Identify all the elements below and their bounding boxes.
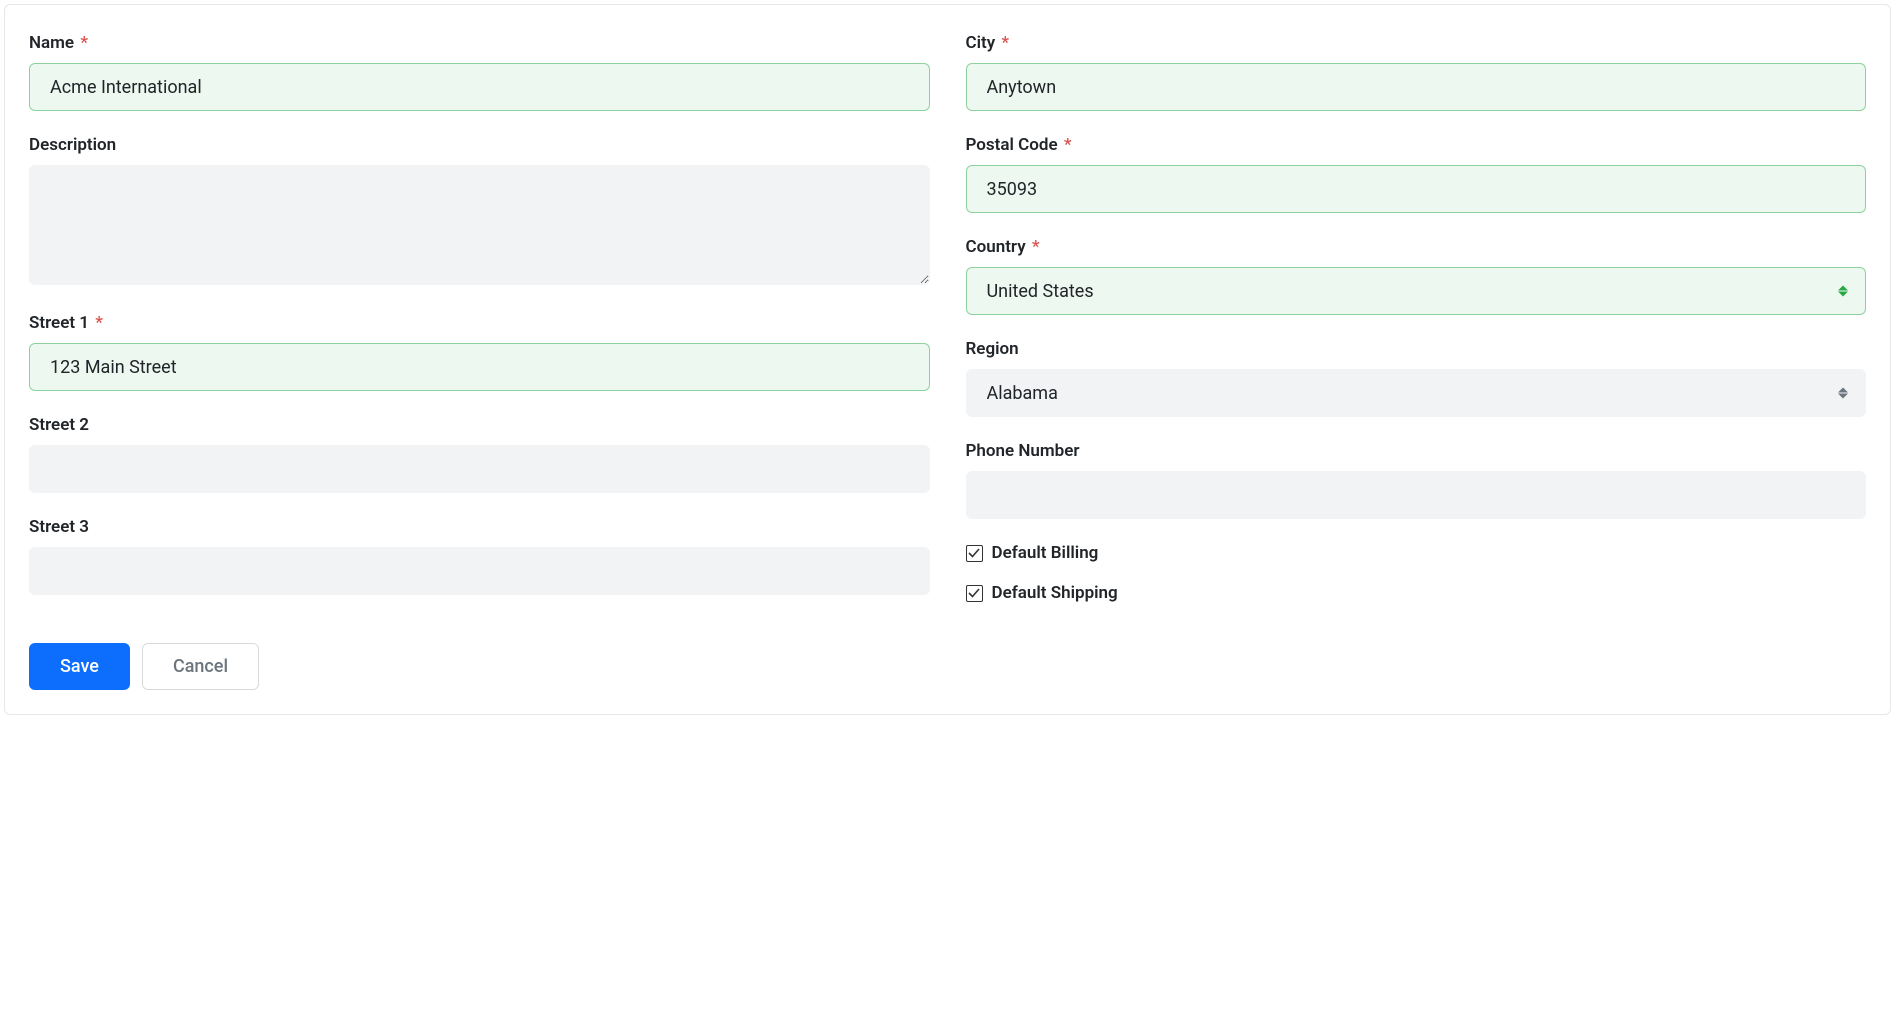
phone-label: Phone Number (966, 441, 1867, 461)
description-group: Description (29, 135, 930, 289)
region-select[interactable]: Alabama (966, 369, 1867, 417)
default-shipping-label[interactable]: Default Shipping (992, 583, 1118, 603)
country-select-wrapper: United States (966, 267, 1867, 315)
street1-group: Street 1 * (29, 313, 930, 391)
form-right-column: City * Postal Code * Country * (966, 33, 1867, 690)
description-label: Description (29, 135, 930, 155)
description-label-text: Description (29, 135, 116, 155)
country-select[interactable]: United States (966, 267, 1867, 315)
name-label: Name * (29, 33, 930, 53)
required-mark: * (95, 313, 103, 333)
form-left-column: Name * Description Street 1 * (29, 33, 930, 690)
street3-group: Street 3 (29, 517, 930, 595)
phone-label-text: Phone Number (966, 441, 1080, 461)
street2-group: Street 2 (29, 415, 930, 493)
button-row: Save Cancel (29, 643, 930, 690)
phone-group: Phone Number (966, 441, 1867, 519)
required-mark: * (1032, 237, 1040, 257)
default-billing-group: Default Billing (966, 543, 1867, 563)
postal-code-group: Postal Code * (966, 135, 1867, 213)
check-icon (968, 587, 980, 599)
region-group: Region Alabama (966, 339, 1867, 417)
street2-label-text: Street 2 (29, 415, 89, 435)
street2-input[interactable] (29, 445, 930, 493)
postal-code-label: Postal Code * (966, 135, 1867, 155)
city-label-text: City (966, 33, 996, 53)
cancel-button[interactable]: Cancel (142, 643, 259, 690)
name-group: Name * (29, 33, 930, 111)
city-label: City * (966, 33, 1867, 53)
save-button[interactable]: Save (29, 643, 130, 690)
country-label: Country * (966, 237, 1867, 257)
phone-input[interactable] (966, 471, 1867, 519)
required-mark: * (80, 33, 88, 53)
postal-code-input[interactable] (966, 165, 1867, 213)
region-label: Region (966, 339, 1867, 359)
description-textarea[interactable] (29, 165, 930, 285)
default-billing-label[interactable]: Default Billing (992, 543, 1099, 563)
default-shipping-checkbox[interactable] (966, 585, 983, 602)
required-mark: * (1064, 135, 1072, 155)
street1-input[interactable] (29, 343, 930, 391)
country-label-text: Country (966, 237, 1026, 257)
default-billing-checkbox[interactable] (966, 545, 983, 562)
city-input[interactable] (966, 63, 1867, 111)
required-mark: * (1001, 33, 1009, 53)
street2-label: Street 2 (29, 415, 930, 435)
form-container: Name * Description Street 1 * (4, 4, 1891, 715)
default-shipping-group: Default Shipping (966, 583, 1867, 603)
country-group: Country * United States (966, 237, 1867, 315)
city-group: City * (966, 33, 1867, 111)
check-icon (968, 547, 980, 559)
street3-label: Street 3 (29, 517, 930, 537)
name-label-text: Name (29, 33, 74, 53)
region-label-text: Region (966, 339, 1019, 359)
region-select-wrapper: Alabama (966, 369, 1867, 417)
street1-label: Street 1 * (29, 313, 930, 333)
postal-code-label-text: Postal Code (966, 135, 1058, 155)
street3-label-text: Street 3 (29, 517, 89, 537)
form-columns: Name * Description Street 1 * (29, 33, 1866, 690)
street1-label-text: Street 1 (29, 313, 89, 333)
street3-input[interactable] (29, 547, 930, 595)
name-input[interactable] (29, 63, 930, 111)
